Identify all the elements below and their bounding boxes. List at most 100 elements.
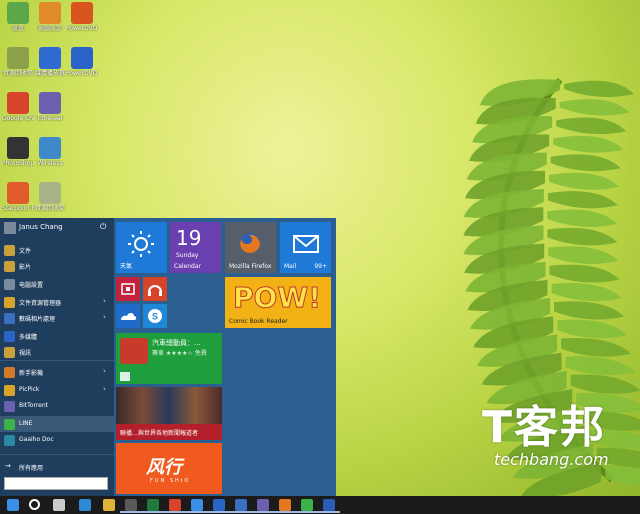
desktop-icon[interactable]: PowerDVD Deluxe: [66, 2, 98, 32]
word-icon: [323, 499, 335, 511]
tile-weather[interactable]: 天氣: [116, 222, 167, 273]
desktop-icon[interactable]: PhotoShop 9: [2, 137, 34, 167]
remote-icon: [191, 499, 203, 511]
all-apps-button[interactable]: → 所有應用: [0, 460, 114, 474]
start-menu-item-label: 文件資源管理器: [19, 300, 62, 307]
app-icon: [39, 92, 61, 114]
desktop-icon[interactable]: 媒體播放器: [34, 47, 66, 77]
taskbar-button[interactable]: [120, 497, 142, 513]
tile-calendar[interactable]: 19 Sunday Calendar: [170, 222, 221, 273]
tile-comic-book-reader[interactable]: POW! Comic Book Reader: [225, 277, 331, 328]
taskbar-button[interactable]: [2, 497, 24, 513]
gaaiho-icon: [4, 435, 15, 446]
taskbar-button[interactable]: [318, 497, 340, 513]
desktop-icon-label: 資源回收筒: [2, 70, 33, 77]
calendar-day: 19: [176, 226, 202, 250]
start-menu-item[interactable]: 电腦設置: [0, 276, 114, 292]
desktop-icon[interactable]: Google Chrome: [2, 92, 34, 122]
power-icon[interactable]: ⏻: [100, 222, 106, 232]
taskbar-button[interactable]: [230, 497, 252, 513]
desktop-icon-label: PowerDVD Converter: [66, 70, 98, 77]
user-account[interactable]: Janus Chang ⏻: [0, 218, 114, 238]
desktop-icon[interactable]: PowerDVD Converter: [66, 47, 98, 77]
taskbar-button[interactable]: [274, 497, 296, 513]
pow-logo: POW!: [233, 281, 322, 315]
search-input[interactable]: [4, 477, 108, 490]
taskbar-button[interactable]: [208, 497, 230, 513]
desktop-icon[interactable]: 設置: [2, 2, 34, 32]
taskbar-button[interactable]: [98, 497, 120, 513]
start-menu-item[interactable]: LINE: [0, 416, 114, 432]
video-icon: [121, 283, 135, 295]
tile-news[interactable]: 聯播…與世界各地新聞報道者: [116, 387, 222, 440]
music-icon: [148, 285, 162, 296]
video-icon: [4, 347, 15, 358]
documents-icon: [4, 245, 15, 256]
taskbar-button[interactable]: [48, 497, 70, 513]
desktop-icon[interactable]: Starpoint Presentation: [2, 182, 34, 212]
desktop-icon[interactable]: 資源回收筒: [2, 47, 34, 77]
tile-fengxing[interactable]: 风行 FUN SHIO: [116, 443, 222, 494]
start-menu-item[interactable]: BitTorrent: [0, 398, 114, 414]
start-menu-item[interactable]: 視訊: [0, 344, 114, 360]
desktop-icon-label: Google Chrome: [2, 115, 34, 122]
start-menu-item-label: Gaaiho Doc: [19, 436, 54, 443]
desktop-icon[interactable]: Ethereal: [34, 92, 66, 122]
svg-text:S: S: [152, 312, 158, 322]
start-menu-item-label: 电腦設置: [19, 282, 44, 289]
taskbar-button[interactable]: [142, 497, 164, 513]
start-menu-item[interactable]: 數碼相片處理 ›: [0, 310, 114, 326]
tile-video-small[interactable]: [116, 277, 140, 301]
start-menu-item[interactable]: Gaaiho Doc: [0, 432, 114, 448]
avatar: [4, 222, 16, 234]
tile-pow-label: Comic Book Reader: [229, 318, 288, 325]
start-menu-item-label: 視訊: [19, 350, 32, 357]
desktop-icon-label: 設置: [11, 25, 24, 32]
techbang-watermark: T客邦 techbang.com: [482, 405, 609, 469]
start-menu-item[interactable]: 新手影機 ›: [0, 364, 114, 380]
taskbar: [0, 496, 640, 514]
desktop-icon-label: 媒體播放器: [34, 70, 65, 77]
start-menu-item[interactable]: 影片: [0, 258, 114, 274]
app-icon: [7, 92, 29, 114]
chevron-right-icon[interactable]: ›: [103, 313, 106, 321]
taskbar-button[interactable]: [186, 497, 208, 513]
tile-news-label: 聯播…與世界各地新聞報道者: [120, 430, 199, 437]
app-icon: [71, 47, 93, 69]
menu-divider: [0, 360, 114, 361]
desktop-icon[interactable]: Wireless: [34, 137, 66, 167]
chevron-right-icon[interactable]: ›: [103, 385, 106, 393]
camera-icon: [4, 367, 15, 378]
line-icon: [4, 419, 15, 430]
excel-icon: [147, 499, 159, 511]
tile-skype-small[interactable]: S: [143, 304, 167, 328]
start-menu-item[interactable]: PicPick ›: [0, 382, 114, 398]
tile-firefox[interactable]: Mozilla Firefox: [225, 222, 276, 273]
chevron-right-icon[interactable]: ›: [103, 367, 106, 375]
tile-store[interactable]: 汽車總動員：... 賽車 ★★★★☆ 免費: [116, 333, 222, 384]
file-explorer-icon: [103, 499, 115, 511]
store-icon: [125, 499, 137, 511]
tile-music-small[interactable]: [143, 277, 167, 301]
tile-mail[interactable]: Mail 99+: [280, 222, 331, 273]
start-menu-item[interactable]: 文件資源管理器 ›: [0, 294, 114, 310]
desktop-icon[interactable]: 電腦設定: [34, 2, 66, 32]
taskbar-button[interactable]: [252, 497, 274, 513]
skype-icon: S: [148, 309, 162, 323]
app-icon: [7, 182, 29, 204]
taskbar-button[interactable]: [164, 497, 186, 513]
chevron-right-icon[interactable]: ›: [103, 297, 106, 305]
settings-icon: [4, 279, 15, 290]
taskbar-button[interactable]: [24, 497, 46, 513]
desktop-icon-label: Starpoint Presentation: [2, 205, 34, 212]
start-menu-item[interactable]: 多媒體: [0, 328, 114, 344]
start-menu-item[interactable]: 文件: [0, 242, 114, 258]
mail-count-badge: 99+: [314, 263, 327, 270]
news-photo: [116, 387, 222, 424]
tile-onedrive-small[interactable]: [116, 304, 140, 328]
desktop-icon-label: 資源回收筒: [34, 205, 65, 212]
taskbar-button[interactable]: [296, 497, 318, 513]
desktop-icon[interactable]: 資源回收筒: [34, 182, 66, 212]
app-icon: [39, 2, 61, 24]
taskbar-button[interactable]: [74, 497, 96, 513]
